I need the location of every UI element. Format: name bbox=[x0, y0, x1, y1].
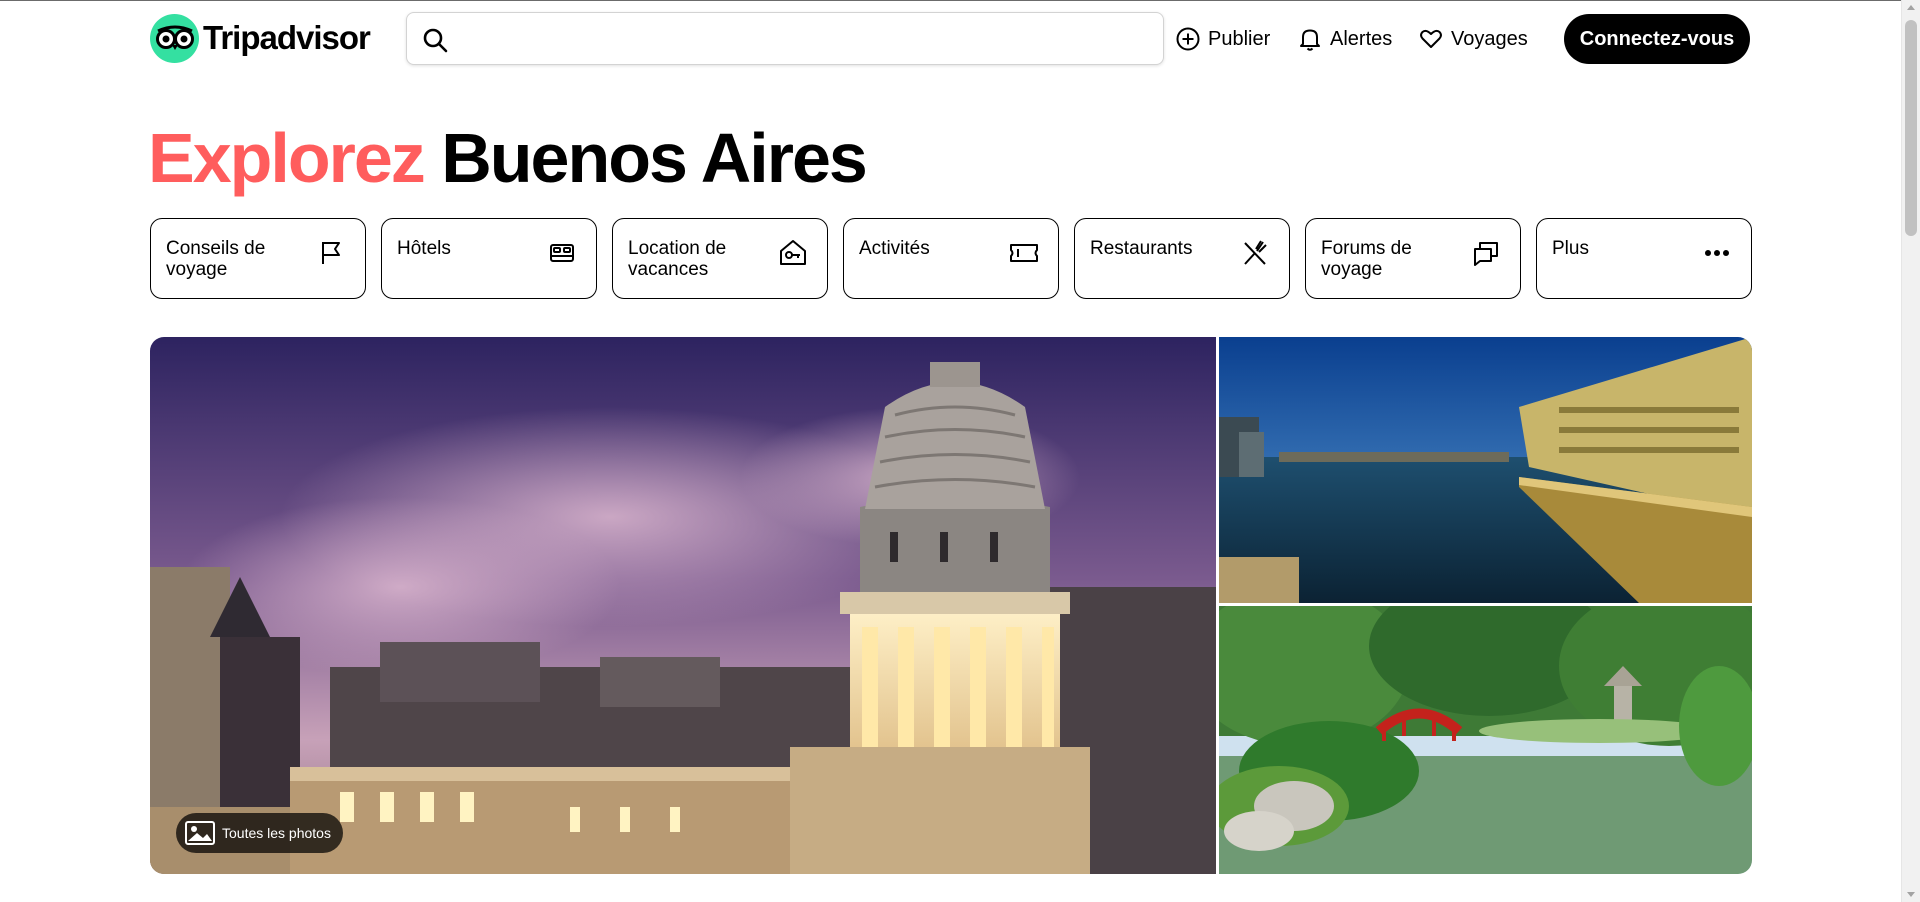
image-icon bbox=[185, 821, 215, 845]
nav-voyages-link[interactable]: Voyages bbox=[1418, 22, 1528, 56]
scroll-down-arrow-icon[interactable] bbox=[1907, 892, 1915, 897]
search-bar[interactable] bbox=[406, 12, 1164, 65]
scroll-up-arrow-icon[interactable] bbox=[1907, 5, 1915, 10]
scrollbar-thumb[interactable] bbox=[1905, 20, 1917, 236]
bed-icon bbox=[550, 244, 574, 262]
category-tile-forums[interactable]: Forums de voyage bbox=[1305, 218, 1521, 299]
plus-circle-icon bbox=[1176, 27, 1200, 51]
tripadvisor-logo[interactable]: Tripadvisor bbox=[150, 13, 371, 63]
title-destination: Buenos Aires bbox=[441, 119, 868, 197]
sign-in-button[interactable]: Connectez-vous bbox=[1564, 14, 1750, 64]
page-title: Explorez Buenos Aires bbox=[148, 118, 868, 198]
category-tile-plus[interactable]: Plus bbox=[1536, 218, 1752, 299]
ticket-icon bbox=[1010, 244, 1038, 262]
nav-alertes-label: Alertes bbox=[1330, 27, 1393, 50]
chat-bubbles-icon bbox=[1474, 242, 1498, 266]
more-dots-icon bbox=[1705, 250, 1729, 256]
cutlery-icon bbox=[1244, 240, 1267, 265]
search-icon bbox=[423, 28, 448, 53]
japanese-garden-photo bbox=[1219, 606, 1752, 874]
category-tile-conseils[interactable]: Conseils de voyage bbox=[150, 218, 366, 299]
all-photos-label: Toutes les photos bbox=[222, 825, 331, 841]
category-label: Hôtels bbox=[397, 238, 451, 259]
category-tiles: Conseils de voyage Hôtels Location de va… bbox=[150, 218, 1752, 299]
nav-voyages-label: Voyages bbox=[1451, 27, 1528, 50]
category-label: Plus bbox=[1552, 238, 1589, 259]
site-header: Tripadvisor Publier Alertes Voyages Conn… bbox=[0, 0, 1900, 78]
river-docks-photo bbox=[1219, 337, 1752, 603]
category-tile-hotels[interactable]: Hôtels bbox=[381, 218, 597, 299]
search-input[interactable] bbox=[459, 19, 1149, 59]
all-photos-button[interactable]: Toutes les photos bbox=[176, 813, 343, 853]
owl-logo-icon bbox=[150, 13, 199, 63]
category-label: Activités bbox=[859, 238, 930, 259]
category-label: Restaurants bbox=[1090, 238, 1193, 259]
category-tile-activites[interactable]: Activités bbox=[843, 218, 1059, 299]
nav-publier-link[interactable]: Publier bbox=[1175, 22, 1270, 56]
page-scrollbar[interactable] bbox=[1901, 0, 1920, 902]
dome-building-photo bbox=[150, 337, 1216, 874]
category-label: Forums de voyage bbox=[1321, 238, 1412, 280]
heart-icon bbox=[1420, 29, 1442, 48]
bell-icon bbox=[1300, 29, 1320, 51]
house-key-icon bbox=[780, 240, 806, 265]
category-tile-location[interactable]: Location de vacances bbox=[612, 218, 828, 299]
category-label: Conseils de voyage bbox=[166, 238, 266, 280]
photo-main-dome[interactable]: Toutes les photos bbox=[150, 337, 1216, 874]
flag-icon bbox=[322, 242, 340, 264]
logo-wordmark: Tripadvisor bbox=[203, 19, 371, 56]
photo-riverfront[interactable] bbox=[1219, 337, 1752, 603]
photo-gallery: Toutes les photos bbox=[150, 337, 1752, 874]
category-tile-restaurants[interactable]: Restaurants bbox=[1074, 218, 1290, 299]
category-label: Location de vacances bbox=[628, 238, 727, 280]
photo-japanese-garden[interactable] bbox=[1219, 606, 1752, 874]
nav-publier-label: Publier bbox=[1208, 27, 1271, 50]
nav-alertes-link[interactable]: Alertes bbox=[1297, 22, 1392, 56]
title-accent: Explorez bbox=[148, 119, 426, 197]
